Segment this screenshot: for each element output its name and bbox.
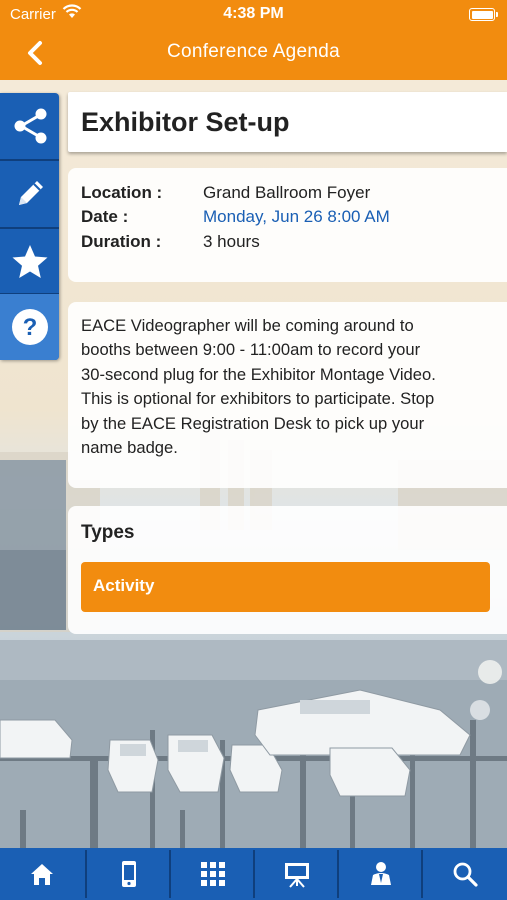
mobile-icon: [122, 861, 136, 887]
session-description: EACE Videographer will be coming around …: [81, 314, 501, 460]
presentation-icon: [285, 863, 309, 888]
duration-value: 3 hours: [203, 232, 260, 251]
tab-home[interactable]: [0, 848, 84, 900]
session-info-card: Location : Grand Ballroom Foyer Date : M…: [68, 168, 507, 282]
tab-search[interactable]: [423, 848, 507, 900]
description-line: EACE Videographer will be coming around …: [81, 316, 414, 335]
svg-text:?: ?: [22, 314, 37, 341]
star-icon: [12, 245, 47, 278]
header-bar: Carrier 4:38 PM Conference Agenda: [0, 0, 507, 80]
note-button[interactable]: [0, 161, 59, 227]
types-heading: Types: [81, 522, 135, 543]
grid-icon: [201, 862, 225, 886]
session-title-card: Exhibitor Set-up: [68, 92, 507, 152]
help-button[interactable]: ?: [0, 294, 59, 360]
share-icon: [14, 108, 46, 144]
session-description-card: EACE Videographer will be coming around …: [68, 302, 507, 488]
description-line: This is optional for exhibitors to parti…: [81, 389, 435, 409]
action-rail: ?: [0, 93, 59, 360]
session-title: Exhibitor Set-up: [81, 107, 290, 137]
location-value: Grand Ballroom Foyer: [203, 183, 371, 202]
battery-icon: [469, 8, 498, 21]
status-bar: Carrier 4:38 PM: [0, 0, 507, 30]
share-button[interactable]: [0, 93, 59, 159]
status-time: 4:38 PM: [223, 5, 284, 22]
date-label: Date :: [81, 207, 129, 226]
location-label: Location :: [81, 183, 163, 202]
tab-presentation[interactable]: [255, 848, 339, 900]
tab-grid[interactable]: [171, 848, 255, 900]
tab-mobile[interactable]: [87, 848, 171, 900]
description-line: booths between 9:00 - 11:00am to record …: [81, 340, 421, 360]
favorite-button[interactable]: [0, 229, 59, 295]
description-line: by the EACE Registration Desk to pick up…: [81, 413, 425, 433]
duration-label: Duration :: [81, 232, 162, 251]
help-icon: ?: [11, 309, 48, 345]
search-icon: [453, 862, 478, 887]
session-types-card: Types Activity: [68, 506, 507, 634]
description-line: name badge.: [81, 438, 178, 458]
type-activity-button[interactable]: Activity: [81, 562, 490, 612]
pencil-icon: [18, 181, 43, 205]
bottom-tab-bar: [0, 848, 507, 900]
date-link[interactable]: Monday, Jun 26 8:00 AM: [203, 207, 390, 227]
description-line: 30-second plug for the Exhibitor Montage…: [81, 364, 436, 384]
speaker-icon: [371, 862, 391, 885]
home-icon: [31, 864, 53, 885]
page-title: Conference Agenda: [166, 41, 341, 62]
tab-speakers[interactable]: [339, 848, 423, 900]
